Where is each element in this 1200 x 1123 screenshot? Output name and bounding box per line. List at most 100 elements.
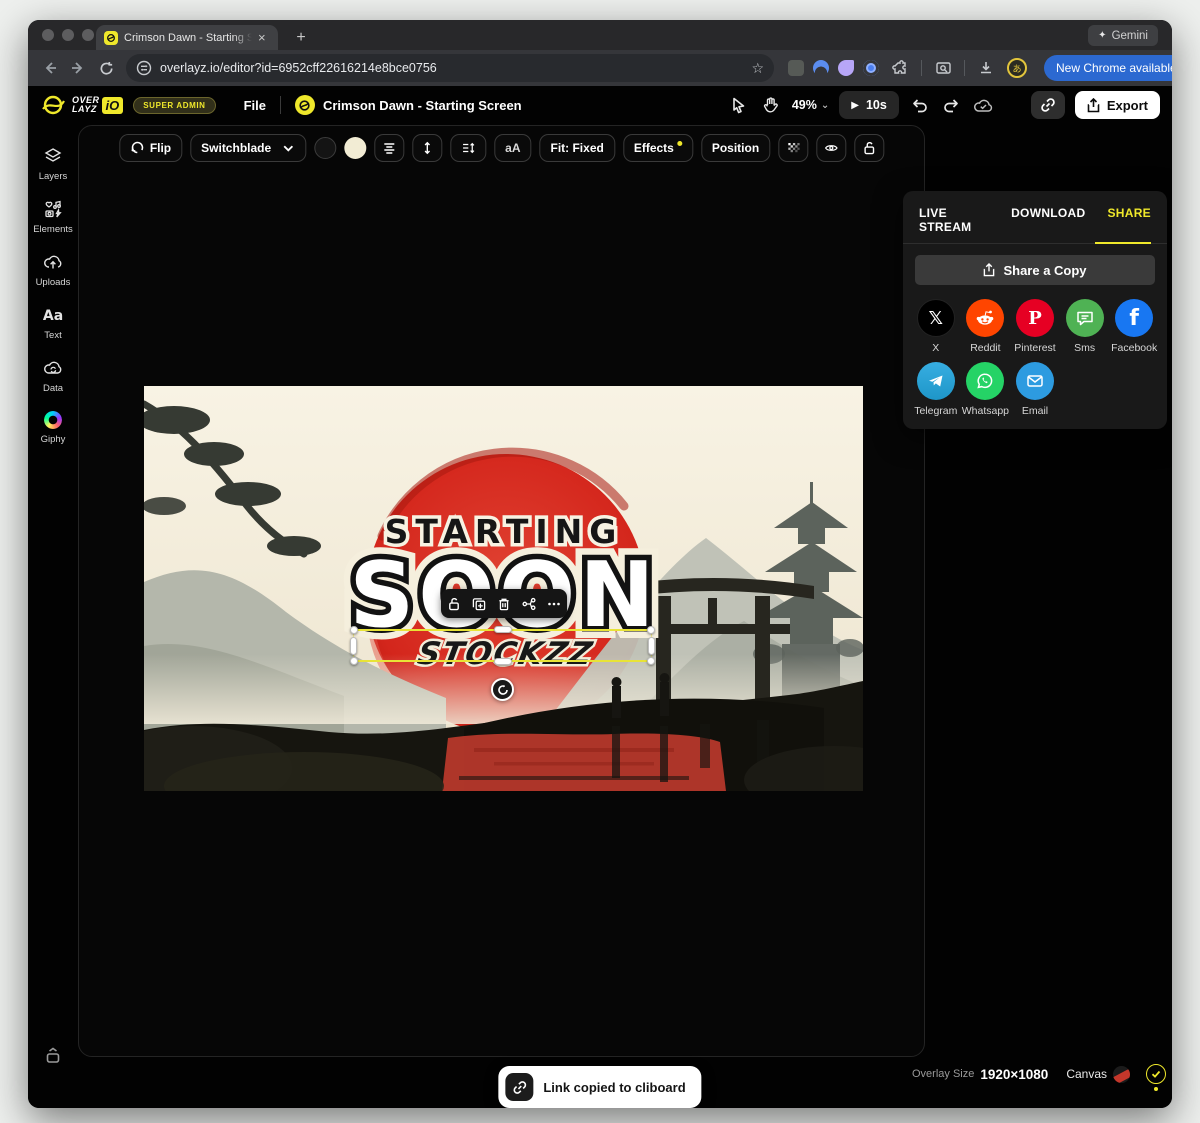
position-button[interactable]: Position: [700, 134, 771, 162]
effects-button[interactable]: Effects: [622, 134, 693, 162]
selection-handle-e[interactable]: [648, 636, 655, 655]
cloud-saved-icon: [973, 94, 995, 116]
new-tab-button[interactable]: +: [290, 27, 312, 49]
undo-icon[interactable]: [909, 94, 931, 116]
share-target-whatsapp[interactable]: Whatsapp: [961, 362, 1011, 417]
delete-icon[interactable]: [497, 597, 511, 611]
zoom-window-button[interactable]: [82, 29, 94, 41]
browser-tab[interactable]: Crimson Dawn - Starting Scre ×: [96, 25, 278, 50]
back-icon[interactable]: [38, 56, 62, 80]
share-target-telegram[interactable]: Telegram: [911, 362, 961, 417]
selection-handle-s[interactable]: [493, 658, 512, 665]
duplicate-icon[interactable]: [472, 597, 486, 611]
selection-handle-nw[interactable]: [350, 626, 358, 634]
line-height-button[interactable]: [450, 134, 487, 162]
close-window-button[interactable]: [42, 29, 54, 41]
telegram-icon: [916, 362, 955, 400]
copy-link-button[interactable]: [1030, 91, 1065, 119]
chevron-down-icon: [283, 145, 293, 152]
preview-duration-button[interactable]: ▶ 10s: [839, 91, 899, 119]
redo-icon[interactable]: [941, 94, 963, 116]
tab-strip: Crimson Dawn - Starting Scre × + ✦ Gemin…: [28, 20, 1172, 50]
gemini-button[interactable]: ✦ Gemini: [1088, 25, 1158, 46]
forward-icon[interactable]: [66, 56, 90, 80]
selection-handle-sw[interactable]: [350, 657, 358, 665]
sidebar-item-elements[interactable]: Elements: [33, 199, 73, 235]
sidebar-item-layers[interactable]: Layers: [39, 146, 67, 182]
tab-favicon: [104, 30, 118, 45]
extension-icon-2[interactable]: [813, 60, 829, 76]
sidebar-item-giphy[interactable]: Giphy: [41, 411, 65, 445]
share-target-x[interactable]: 𝕏 X: [911, 299, 961, 354]
window-controls[interactable]: [42, 29, 94, 41]
canvas-thumbnail[interactable]: [1113, 1065, 1130, 1083]
extension-icon-3[interactable]: [838, 60, 854, 76]
downloads-icon[interactable]: [974, 56, 998, 80]
text-align-button[interactable]: [374, 134, 405, 162]
document-title[interactable]: Crimson Dawn - Starting Screen: [323, 98, 522, 113]
export-button[interactable]: Export: [1074, 91, 1160, 119]
saved-check-icon[interactable]: [1146, 1064, 1166, 1084]
share-target-facebook[interactable]: f Facebook: [1109, 299, 1159, 354]
tab-share[interactable]: SHARE: [1107, 206, 1151, 234]
design-canvas[interactable]: STARTING SOON SOON STOCKZZ: [144, 386, 863, 791]
selection-handle-w[interactable]: [350, 636, 357, 655]
address-input[interactable]: overlayz.io/editor?id=6952cff22616214e8b…: [126, 54, 774, 82]
share-a-copy-button[interactable]: Share a Copy: [915, 255, 1155, 285]
extension-icon-4[interactable]: [863, 60, 879, 76]
sidebar-item-uploads[interactable]: Uploads: [36, 252, 70, 288]
dock-toggle-button[interactable]: [42, 1045, 64, 1072]
unlock-icon[interactable]: [447, 597, 461, 611]
upload-cloud-icon: [44, 255, 62, 269]
share-target-email[interactable]: Email: [1010, 362, 1060, 417]
share-target-reddit[interactable]: Reddit: [961, 299, 1011, 354]
profile-avatar[interactable]: あ: [1007, 58, 1027, 78]
extensions-puzzle-icon[interactable]: [888, 56, 912, 80]
overlayz-logo-icon[interactable]: [40, 92, 66, 118]
stroke-color-swatch[interactable]: [314, 137, 337, 159]
selection-handle-se[interactable]: [647, 657, 655, 665]
email-icon: [1015, 362, 1054, 400]
share-target-pinterest[interactable]: P Pinterest: [1010, 299, 1060, 354]
tab-search-icon[interactable]: [931, 56, 955, 80]
extension-icon-1[interactable]: [788, 60, 804, 76]
flip-button[interactable]: Flip: [118, 134, 183, 162]
tab-close-icon[interactable]: ×: [258, 31, 266, 44]
tab-download[interactable]: DOWNLOAD: [1011, 206, 1085, 234]
overlay-size-value: 1920×1080: [980, 1066, 1049, 1082]
data-cloud-icon: [44, 361, 62, 374]
node-branch-icon[interactable]: [522, 597, 536, 611]
visibility-button[interactable]: [816, 134, 847, 162]
layers-icon: [44, 148, 62, 162]
file-menu[interactable]: File: [244, 98, 266, 113]
reload-icon[interactable]: [94, 56, 118, 80]
letter-case-button[interactable]: aA: [494, 134, 532, 162]
opacity-button[interactable]: [778, 134, 809, 162]
selection-handle-ne[interactable]: [647, 626, 655, 634]
select-cursor-icon[interactable]: [728, 94, 750, 116]
sidebar-item-text[interactable]: Aa Text: [43, 305, 63, 341]
tab-live-stream[interactable]: LIVE STREAM: [919, 206, 989, 234]
lock-button[interactable]: [854, 134, 885, 162]
fill-color-swatch[interactable]: [344, 137, 367, 159]
canvas-label[interactable]: Canvas: [1066, 1067, 1107, 1081]
sidebar-item-data[interactable]: Data: [43, 358, 63, 394]
selection-handle-n[interactable]: [493, 626, 512, 633]
vertical-align-button[interactable]: [412, 134, 443, 162]
more-options-icon[interactable]: [547, 597, 561, 611]
extensions-area: あ New Chrome available ⋮: [788, 55, 1172, 81]
overlayz-wordmark[interactable]: OVER LAYZ iO: [72, 96, 124, 114]
minimize-window-button[interactable]: [62, 29, 74, 41]
selection-box[interactable]: [350, 626, 655, 665]
effects-active-dot: [676, 141, 682, 146]
share-target-sms[interactable]: Sms: [1060, 299, 1110, 354]
overlay-size-label: Overlay Size: [912, 1068, 975, 1080]
bookmark-star-icon[interactable]: ☆: [751, 60, 764, 77]
chrome-update-button[interactable]: New Chrome available ⋮: [1044, 55, 1172, 81]
zoom-control[interactable]: 49% ⌄: [792, 98, 829, 112]
site-settings-icon[interactable]: [136, 60, 152, 76]
fit-mode-button[interactable]: Fit: Fixed: [539, 134, 615, 162]
rotate-handle[interactable]: [491, 678, 514, 701]
pan-hand-icon[interactable]: [760, 94, 782, 116]
font-select[interactable]: Switchblade: [190, 134, 307, 162]
